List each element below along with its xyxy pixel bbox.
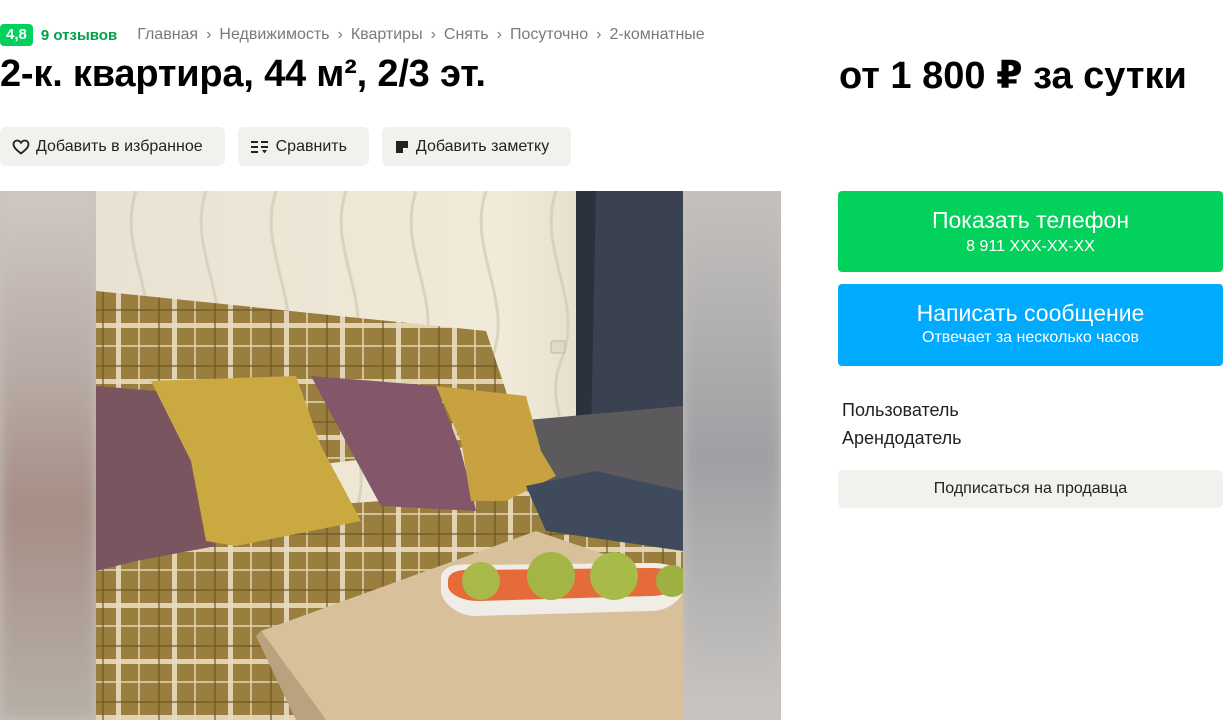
rating-badge: 4,8 bbox=[0, 24, 33, 46]
page-title: 2-к. квартира, 44 м², 2/3 эт. bbox=[0, 53, 486, 95]
compare-label: Сравнить bbox=[275, 137, 347, 155]
note-icon bbox=[394, 139, 410, 155]
compare-icon bbox=[250, 139, 270, 155]
seller-type: Арендодатель bbox=[842, 428, 962, 448]
show-phone-button[interactable]: Показать телефон 8 911 XXX-XX-XX bbox=[838, 191, 1223, 272]
reviews-link[interactable]: 9 отзывов bbox=[41, 27, 117, 44]
add-note-label: Добавить заметку bbox=[415, 137, 550, 155]
chevron-right-icon: › bbox=[430, 26, 436, 43]
price: от 1 800 ₽ за сутки bbox=[839, 55, 1187, 97]
listing-actions: Добавить в избранное Сравнить Добавить з… bbox=[0, 127, 572, 166]
seller-name[interactable]: Пользователь bbox=[842, 400, 959, 421]
show-phone-label: Показать телефон bbox=[931, 207, 1130, 233]
compare-button[interactable]: Сравнить bbox=[237, 127, 369, 166]
photo-gallery[interactable] bbox=[0, 191, 781, 720]
header-topline: 4,8 9 отзывов Главная › Недвижимость › К… bbox=[0, 24, 705, 46]
chevron-right-icon: › bbox=[206, 26, 212, 43]
breadcrumb-item-realty[interactable]: Недвижимость bbox=[219, 26, 329, 44]
listing-photo[interactable] bbox=[96, 191, 683, 720]
breadcrumb-item-home[interactable]: Главная bbox=[137, 26, 198, 44]
breadcrumb: Главная › Недвижимость › Квартиры › Снят… bbox=[137, 26, 705, 44]
chevron-right-icon: › bbox=[596, 26, 602, 43]
response-time: Отвечает за несколько часов bbox=[922, 329, 1139, 346]
add-to-favorites-label: Добавить в избранное bbox=[36, 137, 203, 155]
breadcrumb-item-apartments[interactable]: Квартиры bbox=[351, 26, 423, 44]
gallery-blur-left bbox=[0, 191, 96, 720]
heart-icon bbox=[12, 139, 30, 155]
add-to-favorites-button[interactable]: Добавить в избранное bbox=[0, 127, 225, 166]
send-message-label: Написать сообщение bbox=[916, 300, 1145, 326]
breadcrumb-item-2-rooms[interactable]: 2-комнатные bbox=[609, 26, 704, 44]
chevron-right-icon: › bbox=[496, 26, 502, 43]
chevron-right-icon: › bbox=[337, 26, 343, 43]
phone-number: 8 911 XXX-XX-XX bbox=[966, 238, 1095, 255]
breadcrumb-item-daily[interactable]: Посуточно bbox=[510, 26, 588, 44]
subscribe-seller-button[interactable]: Подписаться на продавца bbox=[838, 470, 1223, 508]
gallery-blur-right bbox=[683, 191, 781, 720]
add-note-button[interactable]: Добавить заметку bbox=[381, 127, 572, 166]
breadcrumb-item-rent[interactable]: Снять bbox=[444, 26, 489, 44]
send-message-button[interactable]: Написать сообщение Отвечает за несколько… bbox=[838, 284, 1223, 366]
